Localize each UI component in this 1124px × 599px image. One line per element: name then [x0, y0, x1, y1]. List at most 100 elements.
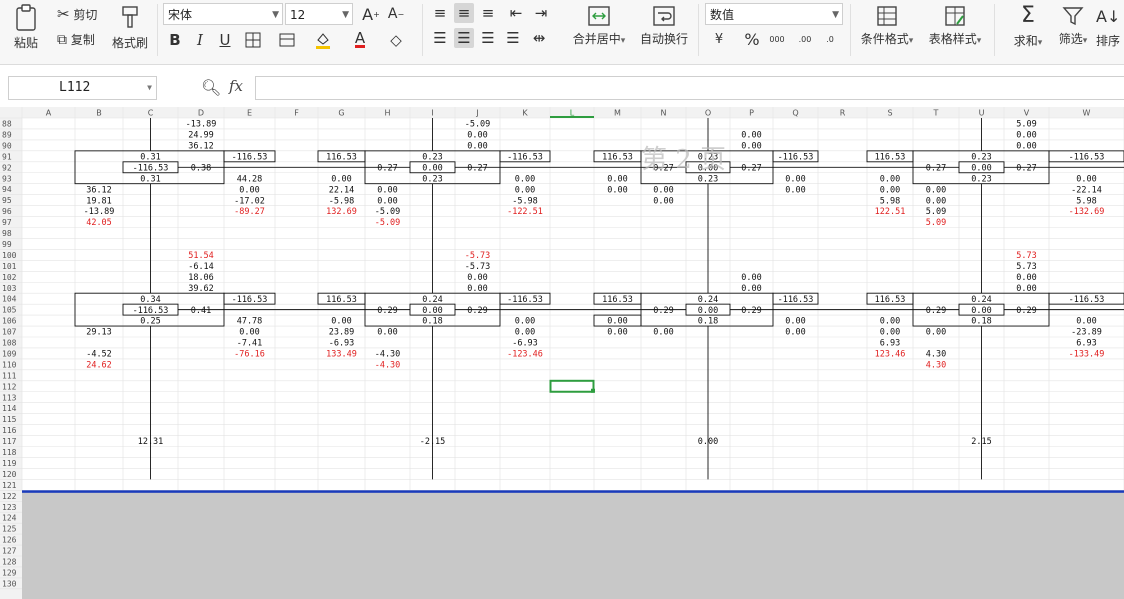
sort-button[interactable]: A↓ 排序	[1096, 4, 1124, 49]
cell-w108[interactable]: 6.93	[1076, 339, 1096, 349]
cell-n94[interactable]: 0.00	[653, 185, 673, 195]
cell-g93[interactable]: 0.00	[331, 174, 351, 184]
cell-n95[interactable]: 0.00	[653, 196, 673, 206]
column-header-t[interactable]: T	[933, 109, 939, 118]
font-size-select[interactable]: 12 ▼	[285, 3, 353, 25]
percent-icon[interactable]: %	[742, 29, 762, 49]
cell-w106[interactable]: 0.00	[1076, 317, 1096, 327]
cell-j102[interactable]: 0.00	[467, 273, 487, 283]
cell-i104[interactable]: 0.24	[422, 295, 442, 305]
cell-j101[interactable]: -5.73	[465, 262, 491, 272]
cell-h97[interactable]: -5.09	[375, 218, 401, 228]
cell-o104[interactable]: 0.24	[698, 295, 718, 305]
cell-h95[interactable]: 0.00	[377, 196, 397, 206]
row-header[interactable]: 99	[2, 240, 12, 249]
row-header[interactable]: 126	[2, 536, 17, 545]
cell-j89[interactable]: 0.00	[467, 131, 487, 141]
cell-j103[interactable]: 0.00	[467, 284, 487, 294]
column-header-i[interactable]: I	[431, 109, 433, 118]
cell-n107[interactable]: 0.00	[653, 328, 673, 338]
row-header[interactable]: 127	[2, 547, 17, 556]
cell-h96[interactable]: -5.09	[375, 207, 401, 217]
row-header[interactable]: 125	[2, 525, 17, 534]
row-header[interactable]: 113	[2, 393, 17, 402]
row-header[interactable]: 97	[2, 218, 12, 227]
cell-m91[interactable]: 116.53	[602, 152, 633, 162]
zoom-formula-icon[interactable]: 🔍︎	[201, 78, 221, 97]
row-header[interactable]: 120	[2, 470, 17, 479]
cell-c117[interactable]: 12.31	[138, 437, 164, 447]
align-right-icon[interactable]: ☰	[478, 28, 498, 48]
increase-indent-icon[interactable]: ⇥	[531, 3, 551, 23]
column-header-p[interactable]: P	[749, 109, 754, 118]
cell-p90[interactable]: 0.00	[741, 142, 761, 152]
wrap-text-button[interactable]: 自动换行	[636, 4, 692, 47]
row-header[interactable]: 94	[2, 185, 12, 194]
cell-grid[interactable]: A B C D E F G H I J K L M N O P Q R S T U V W88899091929394959…	[0, 107, 1124, 599]
row-header[interactable]: 115	[2, 415, 17, 424]
cell-s93[interactable]: 0.00	[880, 174, 900, 184]
decrease-font-icon[interactable]: A −	[386, 4, 406, 24]
row-header[interactable]: 116	[2, 426, 17, 435]
cell-b110[interactable]: 24.62	[86, 361, 112, 371]
cell-w93[interactable]: 0.00	[1076, 174, 1096, 184]
column-header-d[interactable]: D	[198, 109, 204, 118]
cell-d88[interactable]: -13.89	[186, 120, 217, 130]
column-header-a[interactable]: A	[46, 109, 52, 118]
cell-m106[interactable]: 0.00	[607, 317, 627, 327]
cell-t105[interactable]: 0.29	[926, 306, 946, 316]
font-color-icon[interactable]: A	[350, 29, 370, 49]
column-header-k[interactable]: K	[522, 109, 528, 118]
cell-e109[interactable]: -76.16	[234, 350, 265, 360]
distributed-icon[interactable]: ⇹	[529, 28, 549, 48]
table-style-button[interactable]: 表格样式▾	[924, 4, 986, 47]
cell-d105[interactable]: 0.41	[191, 306, 211, 316]
fill-color-icon[interactable]	[313, 30, 333, 50]
row-header[interactable]: 98	[2, 229, 12, 238]
cell-v92[interactable]: 0.27	[1016, 163, 1036, 173]
cell-k93[interactable]: 0.00	[515, 174, 535, 184]
column-header-c[interactable]: C	[148, 109, 154, 118]
row-header[interactable]: 105	[2, 306, 17, 315]
borders-icon[interactable]	[243, 30, 263, 50]
name-box[interactable]: L112 ▼	[8, 76, 157, 100]
cell-q106[interactable]: 0.00	[785, 317, 805, 327]
cell-q93[interactable]: 0.00	[785, 174, 805, 184]
cell-w109[interactable]: -133.49	[1069, 350, 1105, 360]
cell-v105[interactable]: 0.29	[1016, 306, 1036, 316]
cell-w91[interactable]: -116.53	[1069, 152, 1105, 162]
cell-b97[interactable]: 42.05	[86, 218, 112, 228]
cell-k91[interactable]: -116.53	[507, 152, 543, 162]
cell-e95[interactable]: -17.02	[234, 196, 265, 206]
cell-s95[interactable]: 5.98	[880, 196, 900, 206]
cell-m94[interactable]: 0.00	[607, 185, 627, 195]
cell-g104[interactable]: 116.53	[326, 295, 357, 305]
cell-k107[interactable]: 0.00	[515, 328, 535, 338]
cell-v89[interactable]: 0.00	[1016, 131, 1036, 141]
active-cell-selection[interactable]	[549, 379, 595, 393]
row-header[interactable]: 123	[2, 503, 17, 512]
decrease-decimal-icon[interactable]: .0	[820, 29, 840, 49]
cell-v90[interactable]: 0.00	[1016, 142, 1036, 152]
cell-s108[interactable]: 6.93	[880, 339, 900, 349]
cell-style-icon[interactable]	[277, 30, 297, 50]
cell-p105[interactable]: 0.29	[741, 306, 761, 316]
cell-c104[interactable]: 0.34	[140, 295, 160, 305]
cell-c93[interactable]: 0.31	[140, 174, 160, 184]
cell-i92[interactable]: 0.00	[422, 163, 442, 173]
cell-w94[interactable]: -22.14	[1071, 185, 1102, 195]
cell-k109[interactable]: -123.46	[507, 350, 543, 360]
bold-icon[interactable]: B	[165, 30, 185, 50]
cell-o105[interactable]: 0.00	[698, 306, 718, 316]
cell-j100[interactable]: -5.73	[465, 251, 491, 261]
italic-icon[interactable]: I	[190, 30, 210, 50]
cell-v88[interactable]: 5.09	[1016, 120, 1036, 130]
cell-h105[interactable]: 0.29	[377, 306, 397, 316]
cell-t109[interactable]: 4.30	[926, 350, 946, 360]
format-painter-button[interactable]: 格式刷	[110, 4, 150, 51]
row-header[interactable]: 89	[2, 130, 12, 139]
cell-p92[interactable]: 0.27	[741, 163, 761, 173]
row-header[interactable]: 112	[2, 382, 17, 391]
column-header-e[interactable]: E	[247, 109, 252, 118]
align-bottom-icon[interactable]: ≡	[478, 3, 498, 23]
